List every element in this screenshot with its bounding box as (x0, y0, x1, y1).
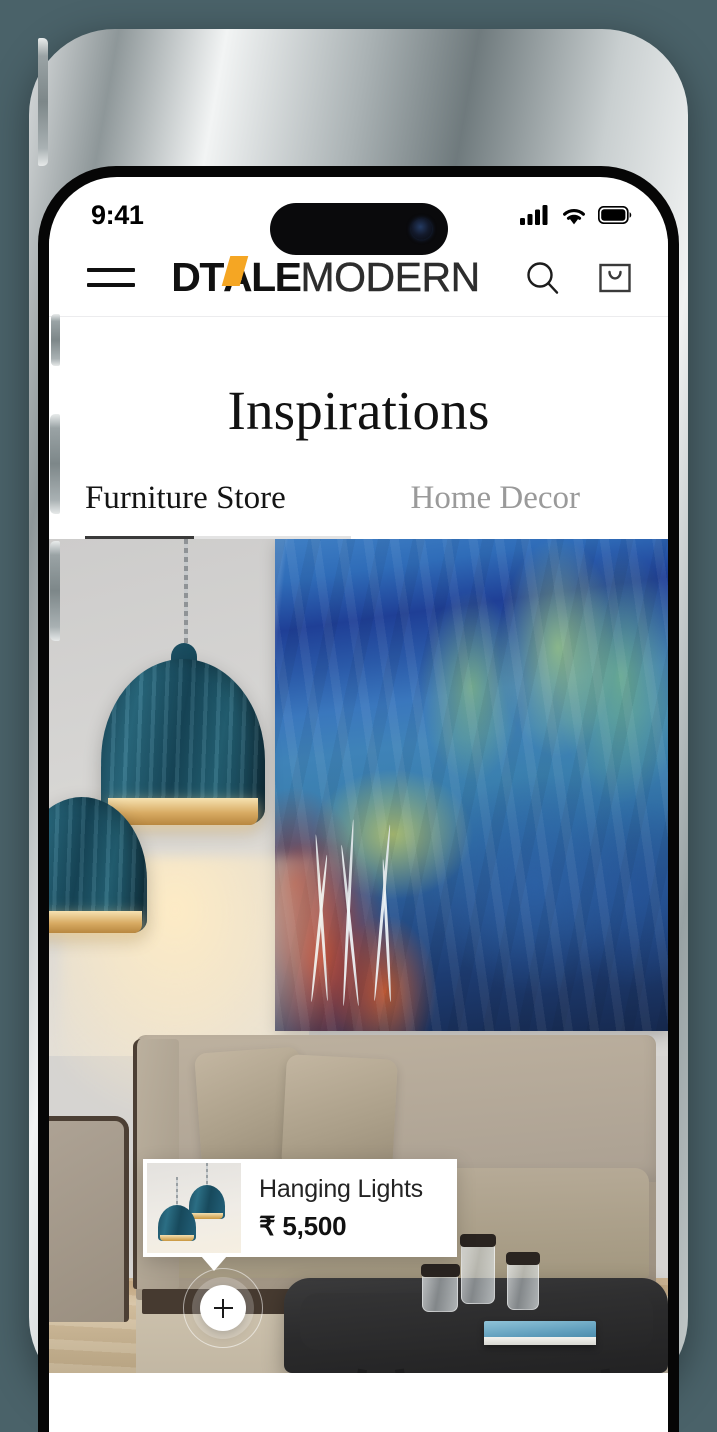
search-icon (527, 261, 559, 294)
tab-bar: Furniture Store Home Decor (49, 480, 668, 539)
shopping-bag-button[interactable] (594, 257, 636, 299)
side-armchair (49, 1116, 130, 1322)
product-name: Hanging Lights (259, 1174, 423, 1203)
search-button[interactable] (522, 257, 564, 299)
volume-up-button[interactable] (50, 414, 60, 514)
book-on-table (483, 1321, 596, 1346)
book-pages (483, 1337, 596, 1346)
jar-lid (505, 1251, 540, 1265)
silent-switch-button[interactable] (51, 314, 60, 366)
thumbnail-pendant-lamp (189, 1185, 225, 1219)
coffee-table-leg (348, 1368, 368, 1373)
cellular-signal-icon (520, 205, 548, 225)
thumbnail-chain (176, 1177, 178, 1207)
brand-bold-prefix: DT (171, 254, 224, 300)
sofa-cushion (281, 1054, 399, 1174)
product-tooltip-card[interactable]: Hanging Lights ₹ 5,500 (143, 1159, 457, 1271)
coffee-table (284, 1233, 668, 1373)
phone-bezel: 9:41 DT LE MODERN Inspirations Furniture… (38, 166, 679, 1432)
status-time: 9:41 (91, 199, 144, 230)
product-thumbnail (147, 1163, 241, 1253)
battery-full-icon (598, 206, 632, 224)
phone-frame: 9:41 DT LE MODERN Inspirations Furniture… (29, 29, 688, 1432)
glass-jar-medium (505, 1251, 540, 1310)
jar-lid (420, 1263, 460, 1277)
thumbnail-pendant-lamp (158, 1205, 196, 1241)
coffee-table-leg (395, 1368, 413, 1373)
hamburger-bar (87, 283, 135, 287)
painting-branch (381, 858, 392, 1002)
brand-thin-word: MODERN (300, 254, 480, 300)
product-info: Hanging Lights ₹ 5,500 (241, 1175, 423, 1242)
plus-icon (213, 1298, 233, 1318)
hamburger-bar (87, 268, 135, 272)
brand-logo[interactable]: DT A LE MODERN (129, 254, 522, 301)
page-title: Inspirations (49, 317, 668, 480)
header-actions (522, 257, 636, 299)
painting-branch (373, 824, 392, 1002)
coffee-table-leg (600, 1368, 619, 1373)
brand-letter-a: A (221, 254, 253, 301)
front-camera-lens-icon (410, 218, 432, 240)
tab-home-decor[interactable]: Home Decor (359, 480, 633, 539)
wifi-icon (563, 208, 585, 224)
volume-down-button[interactable] (50, 541, 60, 641)
shopping-bag-icon (599, 263, 631, 292)
hamburger-menu-icon[interactable] (87, 268, 135, 287)
product-price: ₹ 5,500 (259, 1210, 347, 1241)
brand-bold-suffix: LE (251, 254, 302, 300)
hotspot-hanging-lights[interactable] (183, 1268, 263, 1348)
power-button[interactable] (38, 38, 48, 166)
status-icons (520, 204, 632, 226)
phone-screen: 9:41 DT LE MODERN Inspirations Furniture… (49, 177, 668, 1432)
jar-lid (459, 1233, 496, 1247)
thumbnail-chain (206, 1163, 208, 1187)
glass-jar-short (420, 1263, 460, 1312)
dynamic-island (269, 203, 448, 255)
tab-furniture-store[interactable]: Furniture Store (85, 480, 359, 539)
inspiration-scene: Hanging Lights ₹ 5,500 (49, 539, 668, 1373)
glass-jar-tall (459, 1233, 496, 1304)
